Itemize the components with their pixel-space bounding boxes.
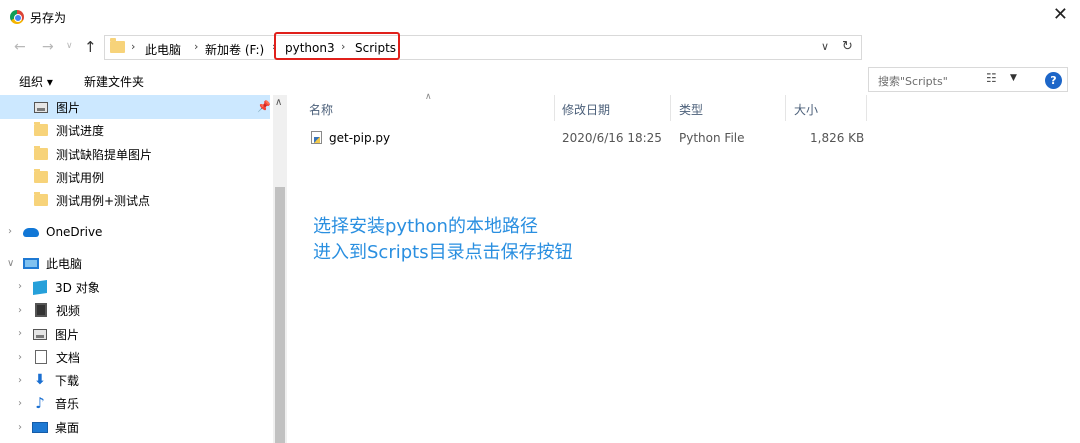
back-arrow-icon[interactable]: ← (14, 39, 26, 55)
onedrive-icon (23, 227, 39, 237)
address-bar[interactable]: › 此电脑 › 新加卷 (F:) › python3 › Scripts ∨ ↻ (104, 35, 862, 60)
sidebar-item-onedrive[interactable]: OneDrive (23, 221, 102, 243)
address-row: ← → ∨ ↑ › 此电脑 › 新加卷 (F:) › python3 › Scr… (0, 32, 1080, 92)
column-header-type[interactable]: 类型 (679, 101, 703, 118)
sidebar-item-this-pc[interactable]: 此电脑 (23, 252, 82, 274)
sidebar-item-label: 测试用例+测试点 (56, 193, 151, 208)
sidebar-item-label: 视频 (56, 303, 81, 318)
chevron-right-icon[interactable]: › (18, 422, 22, 433)
scrollbar-thumb[interactable] (275, 187, 285, 443)
chevron-right-icon[interactable]: › (131, 40, 135, 53)
chevron-right-icon[interactable]: › (18, 305, 22, 316)
chevron-right-icon[interactable]: › (18, 352, 22, 363)
sidebar-item-pictures-quick[interactable]: 图片 (34, 96, 80, 118)
sidebar-item-folder[interactable]: 测试缺陷提单图片 (34, 143, 152, 165)
column-divider[interactable] (785, 95, 786, 121)
chevron-right-icon[interactable]: › (18, 375, 22, 386)
sidebar-item-label: 测试进度 (56, 123, 105, 138)
column-header-size[interactable]: 大小 (794, 101, 818, 118)
column-header-name[interactable]: 名称 (309, 101, 333, 118)
music-icon: ♪ (35, 394, 45, 412)
3d-objects-icon (33, 279, 47, 295)
python-file-icon (311, 131, 322, 144)
desktop-icon (32, 421, 48, 433)
folder-icon (34, 192, 48, 206)
sidebar-item-label: 文档 (56, 350, 81, 365)
chevron-right-icon[interactable]: › (194, 40, 198, 53)
sidebar-item-label: 3D 对象 (55, 280, 100, 295)
column-divider[interactable] (670, 95, 671, 121)
toolbar: 组织 ▾ 新建文件夹 ☷ ▼ ? (0, 65, 1080, 95)
forward-arrow-icon[interactable]: → (42, 39, 54, 55)
sidebar-item-desktop[interactable]: 桌面 (32, 416, 79, 438)
file-modified: 2020/6/16 18:25 (562, 131, 662, 145)
sidebar-item-pictures[interactable]: 图片 (33, 323, 79, 345)
file-type: Python File (679, 131, 745, 145)
sidebar-item-label: 桌面 (55, 420, 80, 435)
file-size: 1,826 KB (810, 131, 865, 145)
pin-icon[interactable]: 📌 (257, 100, 271, 113)
sidebar-item-downloads[interactable]: ⬇ 下载 (33, 369, 79, 391)
annotation-line-2: 进入到Scripts目录点击保存按钮 (313, 242, 573, 263)
sidebar-item-folder[interactable]: 测试进度 (34, 119, 104, 141)
folder-icon (34, 122, 48, 136)
chevron-down-icon[interactable]: ∨ (821, 40, 829, 53)
sidebar-item-label: 测试用例 (56, 170, 105, 185)
column-divider[interactable] (554, 95, 555, 121)
sidebar-item-3d-objects[interactable]: 3D 对象 (33, 276, 100, 298)
folder-icon (34, 169, 48, 183)
column-header-modified[interactable]: 修改日期 (562, 101, 610, 118)
sidebar-item-label: 此电脑 (46, 256, 83, 271)
chevron-right-icon[interactable]: › (8, 226, 12, 237)
sidebar-item-folder[interactable]: 测试用例 (34, 166, 104, 188)
downloads-icon: ⬇ (34, 372, 46, 388)
chevron-down-icon[interactable]: ∨ (7, 258, 14, 269)
documents-icon (35, 350, 47, 364)
recent-locations-chevron-icon[interactable]: ∨ (66, 41, 73, 51)
file-row[interactable]: get-pip.py 2020/6/16 18:25 Python File 1… (288, 127, 1080, 149)
chrome-app-icon (10, 10, 24, 24)
new-folder-button[interactable]: 新建文件夹 (84, 73, 144, 90)
chevron-right-icon[interactable]: › (18, 328, 22, 339)
help-icon[interactable]: ? (1045, 72, 1062, 89)
sidebar-item-label: 音乐 (55, 396, 80, 411)
window-title: 另存为 (30, 11, 67, 25)
chevron-down-icon[interactable]: ▼ (1010, 73, 1017, 83)
file-name: get-pip.py (329, 131, 391, 145)
view-options-icon[interactable]: ☷ (986, 71, 997, 85)
up-arrow-icon[interactable]: ↑ (84, 38, 97, 56)
sidebar-item-music[interactable]: ♪ 音乐 (33, 392, 79, 414)
sort-ascending-icon: ∧ (425, 92, 432, 102)
folder-icon (34, 146, 48, 160)
title-bar: 另存为 ✕ (0, 0, 1080, 32)
sidebar-item-label: 下载 (55, 373, 80, 388)
pictures-icon (34, 101, 48, 113)
pictures-icon (33, 328, 47, 340)
chevron-right-icon[interactable]: › (18, 281, 22, 292)
sidebar-item-documents[interactable]: 文档 (35, 346, 80, 368)
close-icon[interactable]: ✕ (1053, 5, 1068, 25)
navigation-pane: 📌 图片 测试进度 测试缺陷提单图片 测试用例 测试用例+测试点 › OneDr… (0, 95, 273, 443)
videos-icon (35, 303, 47, 317)
highlight-annotation-box (274, 32, 400, 60)
sidebar-item-videos[interactable]: 视频 (35, 299, 80, 321)
refresh-icon[interactable]: ↻ (842, 39, 853, 54)
sidebar-item-label: 图片 (56, 100, 81, 115)
file-list: ∧ 名称 修改日期 类型 大小 get-pip.py 2020/6/16 18:… (288, 92, 1080, 443)
column-divider[interactable] (866, 95, 867, 121)
sidebar-item-label: 测试缺陷提单图片 (56, 147, 153, 162)
sidebar-item-label: 图片 (55, 327, 80, 342)
nav-scrollbar[interactable]: ∧ (273, 95, 287, 443)
organize-button[interactable]: 组织 ▾ (19, 73, 53, 90)
annotation-line-1: 选择安装python的本地路径 (313, 216, 538, 237)
chevron-up-icon[interactable]: ∧ (275, 97, 282, 108)
breadcrumb-drive[interactable]: 新加卷 (F:) (205, 41, 264, 58)
breadcrumb-this-pc[interactable]: 此电脑 (145, 41, 181, 58)
folder-icon (110, 38, 125, 53)
sidebar-item-folder[interactable]: 测试用例+测试点 (34, 189, 150, 211)
sidebar-item-label: OneDrive (46, 225, 103, 239)
chevron-right-icon[interactable]: › (18, 398, 22, 409)
this-pc-icon (23, 257, 39, 269)
